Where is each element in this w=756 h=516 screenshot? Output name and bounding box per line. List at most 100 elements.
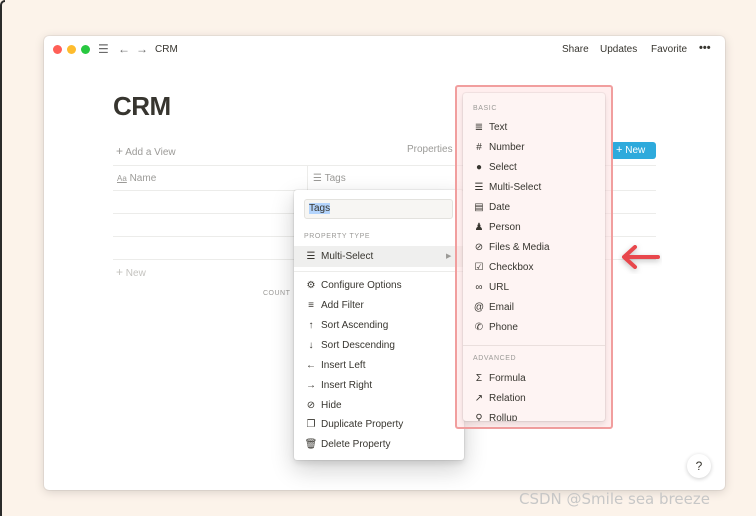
property-type-menu: BASIC ≣ Text # Number ● Select ☰ Multi-Selec… (463, 93, 605, 421)
configure-options-item[interactable]: ⚙ Configure Options (304, 279, 402, 293)
type-email-item[interactable]: @ Email (473, 301, 514, 315)
menu-item-label: Hide (321, 400, 342, 411)
type-item-label: Files & Media (489, 242, 550, 253)
maximize-window-button[interactable] (81, 45, 90, 54)
menu-item-label: Sort Ascending (321, 320, 389, 331)
type-item-label: Rollup (489, 413, 518, 421)
add-view-button[interactable]: + Add a View (116, 144, 176, 158)
type-person-item[interactable]: ♟ Person (473, 221, 521, 235)
gear-icon: ⚙ (306, 280, 316, 291)
type-item-label: Select (489, 162, 517, 173)
plus-icon: + (616, 144, 623, 156)
type-item-label: URL (489, 282, 510, 293)
screenshot-frame-edge (0, 0, 5, 516)
add-row-label: New (125, 268, 146, 279)
menu-item-label: Duplicate Property (321, 419, 404, 430)
type-files-media-item[interactable]: ⊘ Files & Media (473, 241, 550, 255)
property-type-label: Multi-Select (321, 251, 374, 262)
delete-property-item[interactable]: 🗑 Delete Property (304, 438, 391, 452)
type-item-label: Relation (489, 393, 526, 404)
duplicate-icon: ❐ (306, 419, 316, 430)
type-formula-item[interactable]: Σ Formula (473, 372, 526, 386)
back-arrow-icon[interactable]: ← (118, 42, 130, 56)
menu-item-label: Add Filter (321, 300, 364, 311)
property-menu: Tags PROPERTY TYPE ☰ Multi-Select ▶ ⚙ Conf… (294, 190, 464, 460)
count-label[interactable]: COUNT (263, 290, 290, 297)
arrow-down-icon: ↓ (308, 340, 314, 351)
type-rollup-item[interactable]: ⚲ Rollup (473, 412, 517, 421)
type-item-label: Number (489, 142, 525, 153)
menu-item-label: Insert Left (321, 360, 366, 371)
sigma-icon: Σ (475, 373, 483, 384)
list-icon: ☰ (313, 173, 322, 184)
type-number-item[interactable]: # Number (473, 141, 525, 155)
watermark: CSDN @Smile sea breeze (519, 490, 710, 508)
add-view-label: Add a View (125, 147, 176, 158)
select-icon: ● (475, 162, 483, 173)
type-multi-select-item[interactable]: ☰ Multi-Select (473, 181, 542, 195)
paperclip-icon: ⊘ (474, 242, 484, 253)
insert-right-item[interactable]: → Insert Right (304, 379, 372, 393)
checkbox-icon: ☑ (474, 262, 484, 273)
column-header-name[interactable]: Aa Name (117, 173, 156, 184)
sort-ascending-item[interactable]: ↑ Sort Ascending (304, 319, 389, 333)
arrow-right-icon: → (306, 380, 316, 391)
forward-arrow-icon[interactable]: → (136, 42, 148, 56)
close-window-button[interactable] (53, 45, 62, 54)
link-icon: ∞ (475, 282, 483, 293)
column-header-label: Name (129, 173, 157, 184)
list-icon: ☰ (474, 182, 484, 193)
title-bar: ☰ ← → CRM Share Updates Favorite ••• (44, 36, 725, 64)
type-date-item[interactable]: ▤ Date (473, 201, 510, 215)
favorite-button[interactable]: Favorite (651, 44, 687, 55)
sort-descending-item[interactable]: ↓ Sort Descending (304, 339, 395, 353)
type-checkbox-item[interactable]: ☑ Checkbox (473, 261, 534, 275)
menu-divider (294, 271, 464, 272)
type-url-item[interactable]: ∞ URL (473, 281, 509, 295)
new-button-label: New (625, 145, 646, 156)
hide-item[interactable]: ⊘ Hide (304, 399, 342, 413)
insert-left-item[interactable]: ← Insert Left (304, 359, 365, 373)
submenu-arrow-icon: ▶ (446, 253, 452, 260)
properties-button[interactable]: Properties (407, 144, 453, 155)
arrow-up-icon: ↑ (308, 320, 314, 331)
property-type-selector[interactable]: ☰ Multi-Select (304, 250, 374, 264)
filter-icon: ≡ (308, 300, 314, 311)
list-icon: ☰ (306, 251, 316, 262)
menu-item-label: Insert Right (321, 380, 373, 391)
menu-icon[interactable]: ☰ (98, 42, 109, 56)
hash-icon: # (476, 142, 482, 153)
menu-item-label: Configure Options (321, 280, 402, 291)
type-relation-item[interactable]: ↗ Relation (473, 392, 526, 406)
property-type-section-label: PROPERTY TYPE (304, 233, 371, 240)
property-name-input[interactable]: Tags (304, 199, 453, 219)
selected-text: Tags (309, 203, 331, 214)
new-button[interactable]: + New (611, 142, 656, 159)
updates-button[interactable]: Updates (600, 44, 637, 55)
type-select-item[interactable]: ● Select (473, 161, 517, 175)
trash-icon: 🗑 (304, 439, 318, 450)
column-header-tags[interactable]: ☰ Tags (313, 173, 346, 184)
basic-section-label: BASIC (473, 105, 498, 112)
person-icon: ♟ (474, 222, 484, 233)
at-icon: @ (473, 302, 485, 313)
type-item-label: Date (489, 202, 511, 213)
help-button[interactable]: ? (687, 454, 711, 478)
menu-item-label: Sort Descending (321, 340, 395, 351)
minimize-window-button[interactable] (67, 45, 76, 54)
share-button[interactable]: Share (562, 44, 589, 55)
plus-icon: + (116, 265, 124, 279)
type-text-item[interactable]: ≣ Text (473, 121, 508, 135)
arrow-northeast-icon: ↗ (474, 393, 484, 404)
type-item-label: Formula (489, 373, 526, 384)
page-title: CRM (113, 91, 171, 121)
more-options-button[interactable]: ••• (699, 42, 711, 54)
advanced-section-label: ADVANCED (473, 355, 517, 362)
breadcrumb[interactable]: CRM (155, 44, 178, 55)
add-filter-item[interactable]: ≡ Add Filter (304, 299, 364, 313)
type-phone-item[interactable]: ✆ Phone (473, 321, 518, 335)
text-property-icon: Aa (117, 174, 127, 183)
duplicate-property-item[interactable]: ❐ Duplicate Property (304, 418, 404, 432)
add-row-button[interactable]: + New (116, 265, 146, 279)
menu-divider (463, 345, 605, 346)
